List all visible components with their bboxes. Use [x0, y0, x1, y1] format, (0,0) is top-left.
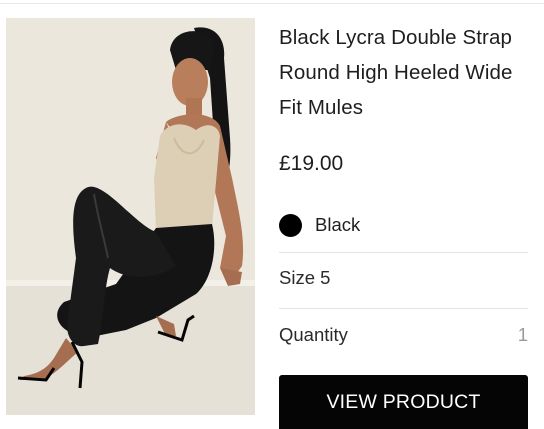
product-title-line: Round High Heeled Wide — [279, 61, 513, 84]
divider — [279, 252, 528, 253]
quantity-value[interactable]: 1 — [518, 324, 528, 346]
divider — [279, 308, 528, 309]
colour-swatch[interactable] — [279, 213, 302, 237]
view-product-button[interactable]: VIEW PRODUCT — [279, 375, 528, 429]
size-row[interactable]: Size 5 — [279, 263, 528, 293]
product-image[interactable] — [6, 18, 255, 415]
size-label: Size 5 — [279, 267, 331, 288]
product-title-line: Black Lycra Double Strap — [279, 26, 512, 49]
product-info: Black Lycra Double Strap Round High Heel… — [279, 20, 529, 125]
model-photo-icon — [6, 18, 255, 415]
product-title[interactable]: Black Lycra Double Strap Round High Heel… — [279, 20, 529, 125]
top-divider — [0, 3, 544, 4]
quantity-label: Quantity — [279, 324, 348, 345]
quantity-row[interactable]: Quantity 1 — [279, 320, 528, 350]
product-price: £19.00 — [279, 152, 344, 175]
product-title-line: Fit Mules — [279, 96, 364, 119]
colour-selector[interactable]: Black — [279, 207, 529, 243]
colour-label: Black — [315, 214, 361, 235]
